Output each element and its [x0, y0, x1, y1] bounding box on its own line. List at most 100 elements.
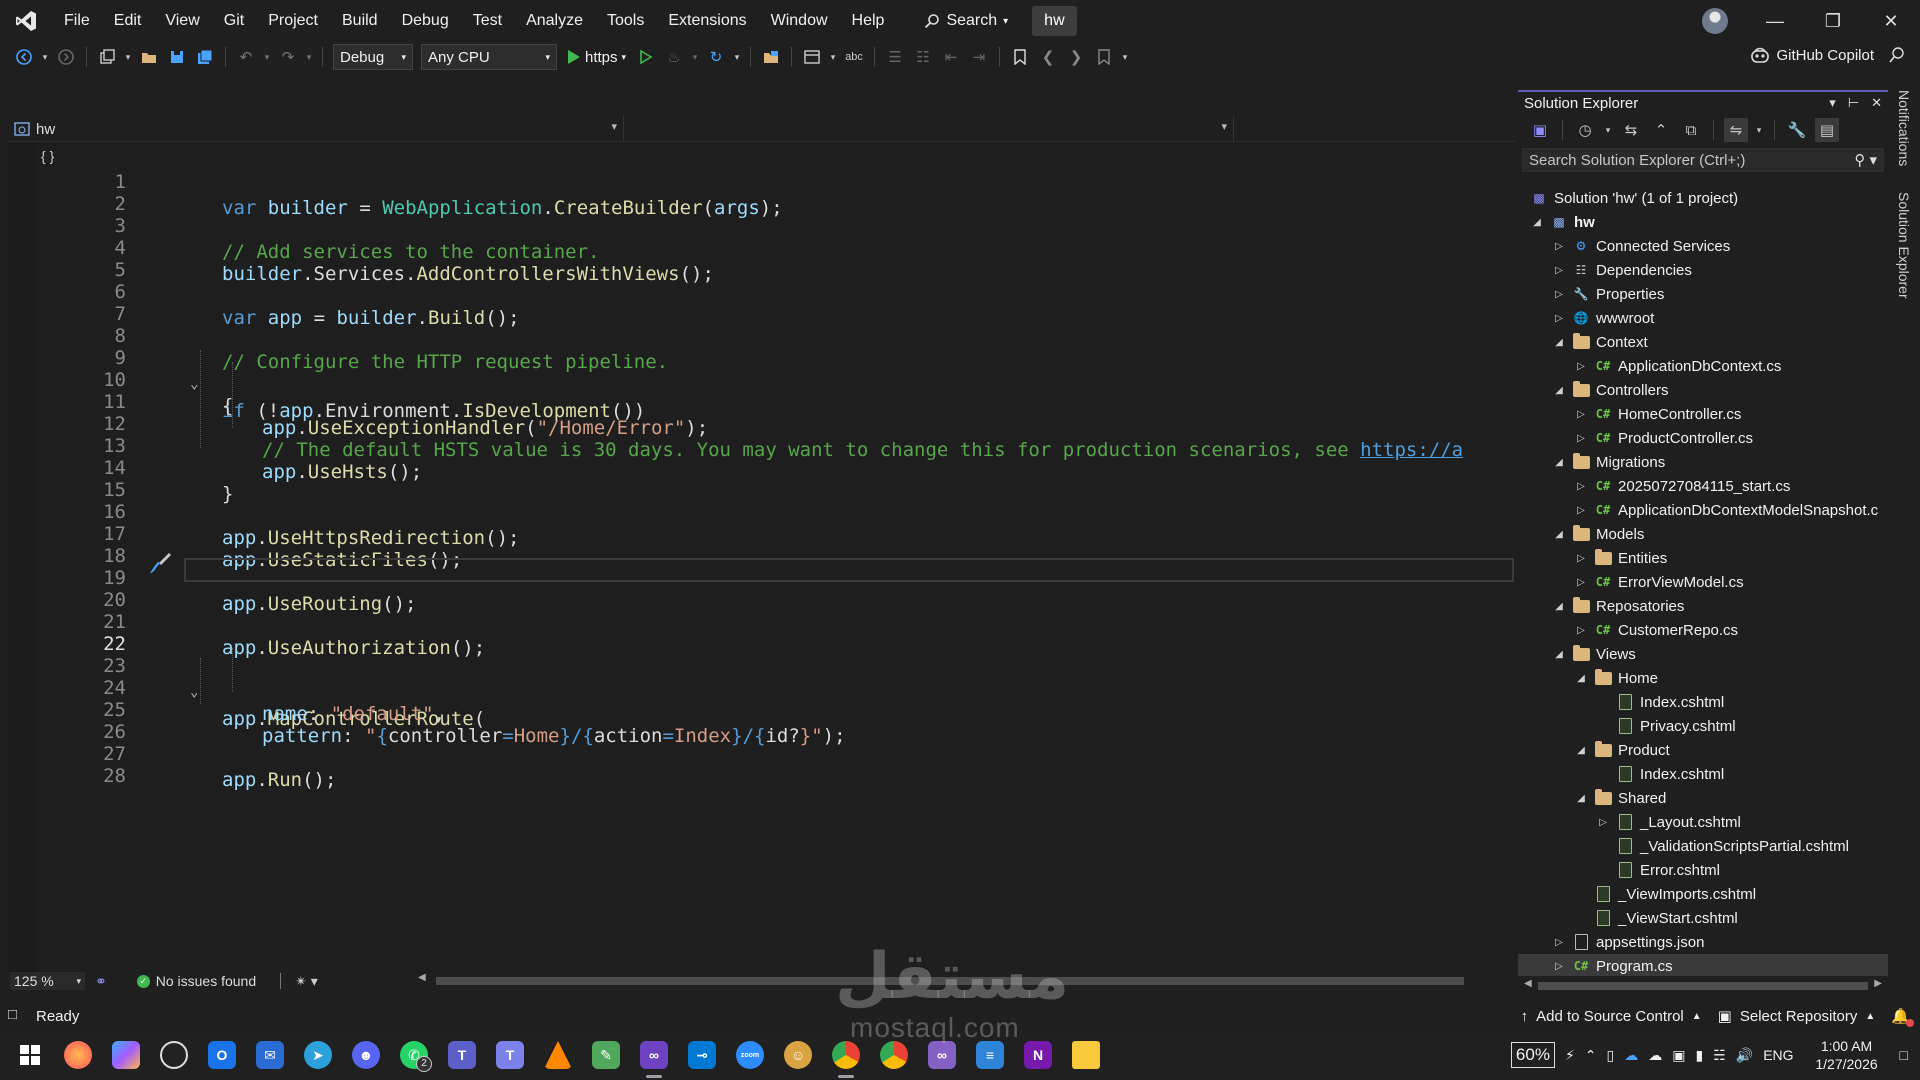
tree-item-file[interactable]: ▷ appsettings.json	[1518, 930, 1888, 954]
scroll-right-icon[interactable]: ▶	[1874, 978, 1882, 989]
indent-icon[interactable]: ⇥	[967, 45, 991, 69]
taskbar-onenote[interactable]: N	[1014, 1030, 1062, 1080]
expanded-arrow-icon[interactable]: ◢	[1574, 673, 1588, 684]
refresh-icon[interactable]: ↻	[704, 45, 728, 69]
tree-item-file[interactable]: ▷ C# ProductController.cs	[1518, 426, 1888, 450]
battery-icon[interactable]: ▮	[1695, 1047, 1703, 1064]
taskbar-telegram[interactable]: ➤	[294, 1030, 342, 1080]
tree-item-file[interactable]: ▷ C# HomeController.cs	[1518, 402, 1888, 426]
next-bookmark-icon[interactable]: ❯	[1064, 45, 1088, 69]
tree-item-folder[interactable]: ▷ Entities	[1518, 546, 1888, 570]
close-icon[interactable]: ✕	[1862, 11, 1920, 32]
taskbar-mail[interactable]: ✉	[246, 1030, 294, 1080]
switch-views-icon[interactable]: ▣	[1528, 118, 1552, 142]
collapsed-arrow-icon[interactable]: ▷	[1574, 409, 1588, 420]
new-project-icon[interactable]	[95, 45, 119, 69]
layout-icon[interactable]	[800, 45, 824, 69]
open-folder-icon[interactable]	[137, 45, 161, 69]
navigate-forward-icon[interactable]	[54, 45, 78, 69]
sync-with-document-icon[interactable]: ⇆	[1619, 118, 1643, 142]
tree-item-file[interactable]: ▷ _Layout.cshtml	[1518, 810, 1888, 834]
menu-analyze[interactable]: Analyze	[514, 0, 595, 42]
scroll-left-icon[interactable]: ◀	[1524, 978, 1532, 989]
phone-link-icon[interactable]: ▯	[1607, 1047, 1615, 1064]
tree-item-folder[interactable]: ◢ Context	[1518, 330, 1888, 354]
scroll-left-icon[interactable]: ◀	[418, 972, 426, 983]
tree-item-file[interactable]: ▷ C# ErrorViewModel.cs	[1518, 570, 1888, 594]
feedback-icon[interactable]	[1888, 46, 1906, 68]
notifications-bell-icon[interactable]: 🔔	[1891, 1007, 1914, 1027]
menu-help[interactable]: Help	[840, 0, 897, 42]
code-cleanup-icon[interactable]: ✴ ▾	[295, 973, 318, 990]
hot-reload-fire-icon[interactable]: ♨	[662, 45, 686, 69]
collapsed-arrow-icon[interactable]: ▷	[1574, 361, 1588, 372]
solution-explorer-horizontal-scrollbar[interactable]: ◀ ▶	[1518, 978, 1888, 992]
chevron-down-icon[interactable]: ▾	[40, 45, 50, 69]
tree-item[interactable]: ▷ 🌐 wwwroot	[1518, 306, 1888, 330]
output-icon[interactable]: □	[8, 1006, 17, 1023]
expanded-arrow-icon[interactable]: ◢	[1552, 385, 1566, 396]
collapsed-arrow-icon[interactable]: ▷	[1574, 553, 1588, 564]
tree-item-file[interactable]: Index.cshtml	[1518, 762, 1888, 786]
previous-bookmark-icon[interactable]: ❮	[1036, 45, 1060, 69]
tree-item-file[interactable]: Error.cshtml	[1518, 858, 1888, 882]
outdent-icon[interactable]: ⇤	[939, 45, 963, 69]
visual-studio-logo-icon[interactable]	[0, 0, 52, 42]
chevron-down-icon[interactable]: ▾	[828, 45, 838, 69]
global-search-button[interactable]: Search ▾	[914, 7, 1018, 35]
taskbar-vlc[interactable]	[534, 1030, 582, 1080]
chevron-down-icon[interactable]: ▾	[1603, 118, 1613, 142]
taskbar-obs[interactable]	[150, 1030, 198, 1080]
toolbar-overflow-icon[interactable]: ▾	[1120, 45, 1130, 69]
input-language[interactable]: ENG	[1763, 1047, 1793, 1063]
tree-item-file[interactable]: _ValidationScriptsPartial.cshtml	[1518, 834, 1888, 858]
collapsed-arrow-icon[interactable]: ▷	[1552, 961, 1566, 972]
tree-item[interactable]: ▷ ⚙ Connected Services	[1518, 234, 1888, 258]
solution-configuration-select[interactable]: Debug ▾	[333, 44, 413, 70]
taskbar-visual-studio[interactable]: ∞	[630, 1030, 678, 1080]
expanded-arrow-icon[interactable]: ◢	[1530, 217, 1544, 228]
expanded-arrow-icon[interactable]: ◢	[1574, 793, 1588, 804]
menu-tools[interactable]: Tools	[595, 0, 656, 42]
clear-bookmarks-icon[interactable]	[1092, 45, 1116, 69]
collapsed-arrow-icon[interactable]: ▷	[1552, 241, 1566, 252]
start-debugging-button[interactable]: https ▾	[567, 49, 626, 66]
pending-changes-filter-icon[interactable]: ◷	[1573, 118, 1597, 142]
restore-icon[interactable]: ❐	[1804, 11, 1862, 32]
start-button[interactable]	[6, 1030, 54, 1080]
taskbar-zoom[interactable]: zoom	[726, 1030, 774, 1080]
zoom-level-select[interactable]: 125 % ▾	[10, 972, 85, 990]
collapsed-arrow-icon[interactable]: ▷	[1552, 289, 1566, 300]
undo-icon[interactable]: ↶	[234, 45, 258, 69]
pin-icon[interactable]: ⊢	[1848, 95, 1859, 111]
tree-item-file-selected[interactable]: ▷ C# Program.cs	[1518, 954, 1888, 976]
menu-edit[interactable]: Edit	[102, 0, 154, 42]
tree-item-file[interactable]: ▷ C# 20250727084115_start.cs	[1518, 474, 1888, 498]
project-navigation-dropdown[interactable]: hw ▾	[8, 116, 624, 142]
browse-folder-icon[interactable]	[759, 45, 783, 69]
battery-indicator[interactable]: 60%	[1510, 1042, 1555, 1068]
show-hidden-icons-chevron-icon[interactable]: ⌃	[1585, 1047, 1597, 1064]
collapsed-arrow-icon[interactable]: ▷	[1596, 817, 1610, 828]
comment-out-icon[interactable]: ☰	[883, 45, 907, 69]
volume-icon[interactable]: 🔊	[1736, 1047, 1753, 1064]
cloud-icon[interactable]: ☁	[1648, 1047, 1662, 1064]
taskbar-teams-work[interactable]: T	[486, 1030, 534, 1080]
menu-build[interactable]: Build	[330, 0, 390, 42]
device-icon[interactable]: ▣	[1672, 1047, 1685, 1064]
scrollbar-thumb[interactable]	[1538, 982, 1868, 990]
collapsed-arrow-icon[interactable]: ▷	[1552, 313, 1566, 324]
taskbar-teams[interactable]: T	[438, 1030, 486, 1080]
taskbar-firefox[interactable]	[54, 1030, 102, 1080]
tree-item-folder[interactable]: ◢ Shared	[1518, 786, 1888, 810]
chevron-down-icon[interactable]: ▾	[1754, 118, 1764, 142]
collapsed-arrow-icon[interactable]: ▷	[1552, 265, 1566, 276]
quick-actions-paintbrush-icon[interactable]	[148, 552, 174, 580]
notification-center-icon[interactable]: □	[1900, 1047, 1908, 1063]
save-all-icon[interactable]	[193, 45, 217, 69]
git-changes-icon[interactable]: ⚭	[95, 973, 107, 990]
account-avatar[interactable]	[1702, 8, 1728, 34]
tree-item-file[interactable]: ▷ C# CustomerRepo.cs	[1518, 618, 1888, 642]
chevron-down-icon[interactable]: ▾	[123, 45, 133, 69]
uncomment-icon[interactable]: ☷	[911, 45, 935, 69]
